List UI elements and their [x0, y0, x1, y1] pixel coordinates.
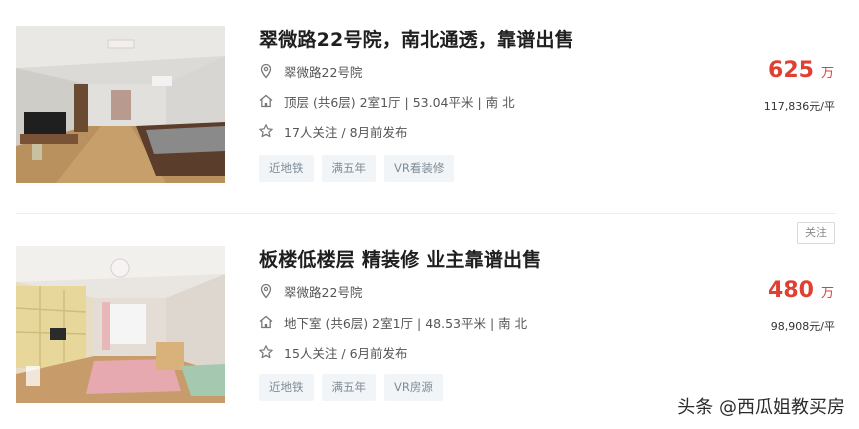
price-unit: 万: [820, 66, 834, 81]
listing-title[interactable]: 板楼低楼层 精装修 业主靠谱出售: [259, 245, 541, 272]
tag-vr: VR房源: [384, 374, 443, 401]
house-info-text: 地下室 (共6层) 2室1厅 | 48.53平米 | 南 北: [284, 315, 528, 331]
follow-button[interactable]: 关注: [797, 222, 835, 244]
watermark: 头条 @西瓜姐教买房: [677, 397, 845, 418]
price-unit: 万: [820, 286, 834, 301]
total-price: 480 万: [768, 278, 834, 303]
listing-photo[interactable]: [16, 246, 225, 403]
community-row: 翠微路22号院: [258, 282, 362, 300]
tag-subway: 近地铁: [259, 374, 314, 401]
tag-list: 近地铁 满五年 VR看装修: [259, 155, 455, 182]
location-pin-icon: [258, 63, 274, 79]
price-value: 480: [768, 278, 814, 303]
follow-info-text: 17人关注 / 8月前发布: [284, 124, 408, 140]
star-icon: [258, 123, 274, 139]
unit-price: 117,836元/平: [763, 100, 835, 113]
location-pin-icon: [258, 283, 274, 299]
follow-info-text: 15人关注 / 6月前发布: [284, 345, 408, 361]
listing-title[interactable]: 翠微路22号院，南北通透，靠谱出售: [259, 25, 574, 52]
community-link[interactable]: 翠微路22号院: [284, 62, 362, 81]
tag-five-years: 满五年: [321, 155, 376, 182]
follow-info-row: 17人关注 / 8月前发布: [258, 122, 408, 140]
house-info-row: 地下室 (共6层) 2室1厅 | 48.53平米 | 南 北: [258, 313, 527, 331]
community-row: 翠微路22号院: [258, 62, 362, 80]
tag-subway: 近地铁: [259, 155, 314, 182]
listing-photo[interactable]: [16, 26, 225, 183]
listing-divider: [16, 213, 836, 214]
tag-vr: VR看装修: [384, 155, 455, 182]
price-value: 625: [768, 58, 814, 83]
tag-five-years: 满五年: [321, 374, 376, 401]
follow-info-row: 15人关注 / 6月前发布: [258, 343, 408, 361]
house-icon: [258, 314, 274, 330]
total-price: 625 万: [768, 58, 834, 83]
house-icon: [258, 93, 274, 109]
community-link[interactable]: 翠微路22号院: [284, 282, 362, 301]
listing-card[interactable]: 翠微路22号院，南北通透，靠谱出售 翠微路22号院 顶层 (共6层) 2室1厅 …: [0, 0, 859, 214]
house-info-row: 顶层 (共6层) 2室1厅 | 53.04平米 | 南 北: [258, 92, 515, 110]
house-info-text: 顶层 (共6层) 2室1厅 | 53.04平米 | 南 北: [284, 94, 515, 110]
star-icon: [258, 344, 274, 360]
unit-price: 98,908元/平: [770, 320, 835, 333]
tag-list: 近地铁 满五年 VR房源: [259, 374, 443, 401]
